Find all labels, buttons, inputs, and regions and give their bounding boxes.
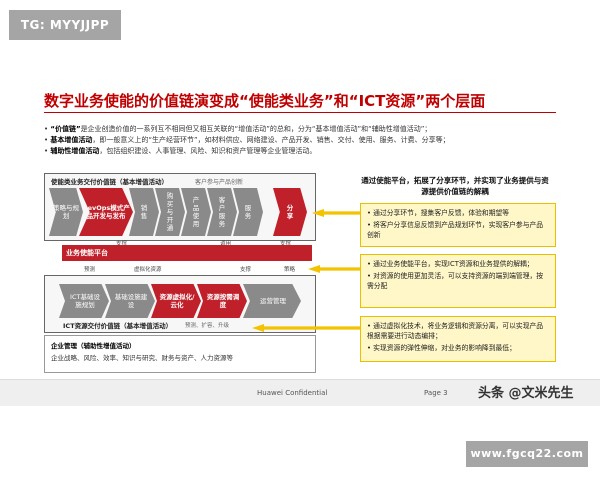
business-enablement-platform: 业务使能平台: [62, 245, 312, 261]
link-label: 支撑: [240, 267, 252, 273]
management-title: 企业管理（辅助性增值活动）: [51, 342, 136, 350]
callout-line: • 将客户分享信息反馈到产品规划环节，实现客户参与产品创新: [367, 221, 544, 239]
forecast-caption: 预测、扩容、升级: [185, 323, 230, 329]
step-strategy-planning: 策略与规划: [49, 188, 83, 236]
step-usage: 产品使用: [181, 188, 211, 236]
right-summary-heading: 通过使能平台，拓展了分享环节，并实现了业务提供与资源提供价值链的解耦: [361, 176, 549, 196]
step-ict-planning: ICT基础设施规划: [59, 284, 109, 318]
step-virtualization: 资源虚拟化/云化: [151, 284, 201, 318]
callout-line: • 对资源的使用更加灵活，可以支持资源的端到端管理，按需分配: [367, 272, 544, 290]
callout-line: • 通过业务使能平台，实现ICT资源和业务提供的解耦；: [367, 260, 534, 268]
source-tag: TG: MYYJJPP: [9, 10, 121, 40]
step-share: 分享: [273, 188, 307, 236]
business-chain-caption: 使能类业务交付价值链（基本增值活动）: [51, 178, 168, 186]
bullet-item: • 基本增值活动，即一般意义上的“生产经营环节”，如材料供应、网络建设、产品开发…: [44, 136, 450, 144]
watermark-author: 头条 @文米先生: [478, 386, 574, 401]
step-operations: 运营管理: [243, 284, 301, 318]
business-value-chain-panel: 使能类业务交付价值链（基本增值活动） 客户参与产品创新 策略与规划 DevOps…: [44, 173, 316, 241]
step-devops: DevOps模式产品开发与发布: [79, 188, 133, 236]
confidential-label: Huawei Confidential: [257, 389, 328, 397]
slide: TG: MYYJJPP 数字业务使能的价值链演变成“使能类业务”和“ICT资源”…: [0, 0, 600, 410]
callout-platform: • 通过业务使能平台，实现ICT资源和业务提供的解耦； • 对资源的使用更加灵活…: [360, 254, 556, 308]
callout-virtualization: • 通过虚拟化技术，将业务逻辑和资源分离，可以实现产品根据需要进行动态编排； •…: [360, 316, 556, 362]
ict-chain-caption: ICT资源交付价值链（基本增值活动）: [63, 322, 173, 330]
title-divider: [44, 112, 556, 113]
watermark-url: www.fgcq22.com: [466, 441, 588, 467]
bullet-item: • “价值链”是企业创造价值的一系列互不相同但又相互关联的“增值活动”的总和，分…: [44, 125, 432, 133]
step-purchase: 购买与开通: [155, 188, 185, 236]
callout-line: • 实现资源的弹性伸缩，对业务的影响降到最低；: [367, 344, 516, 352]
value-chain-diagram: 使能类业务交付价值链（基本增值活动） 客户参与产品创新 策略与规划 DevOps…: [44, 173, 334, 373]
management-text: 企业战略、风险、效率、知识与研究、财务与资产、人力资源等: [51, 354, 233, 362]
page-number: Page 3: [424, 389, 448, 397]
step-customer-service: 客户服务: [207, 188, 237, 236]
enterprise-management-box: 企业管理（辅助性增值活动） 企业战略、风险、效率、知识与研究、财务与资产、人力资…: [44, 335, 316, 373]
bullet-item: • 辅助性增值活动，包括组织建设、人事管理、风险、知识和资产管理等企业管理活动。: [44, 147, 317, 155]
step-sales: 销售: [129, 188, 159, 236]
link-label: 策略: [284, 267, 296, 273]
ict-resource-chain-panel: ICT基础设施规划 基础设施建设 资源虚拟化/云化 资源按需调度 运营管理 IC…: [44, 275, 316, 333]
intro-bullets: • “价值链”是企业创造价值的一系列互不相同但又相互关联的“增值活动”的总和，分…: [44, 124, 564, 157]
step-service: 服务: [233, 188, 263, 236]
callout-line: • 通过虚拟化技术，将业务逻辑和资源分离，可以实现产品根据需要进行动态编排；: [367, 322, 544, 340]
link-label: 虚拟化资源: [134, 267, 162, 273]
customer-innovation-caption: 客户参与产品创新: [195, 179, 244, 186]
step-on-demand-scheduling: 资源按需调度: [197, 284, 247, 318]
callout-share: • 通过分享环节，搜集客户反馈，体验和期望等 • 将客户分享信息反馈到产品规划环…: [360, 203, 556, 247]
step-infra-build: 基础设施建设: [105, 284, 155, 318]
link-label: 预测: [84, 267, 96, 273]
slide-title: 数字业务使能的价值链演变成“使能类业务”和“ICT资源”两个层面: [44, 92, 486, 110]
callout-line: • 通过分享环节，搜集客户反馈，体验和期望等: [367, 209, 510, 217]
